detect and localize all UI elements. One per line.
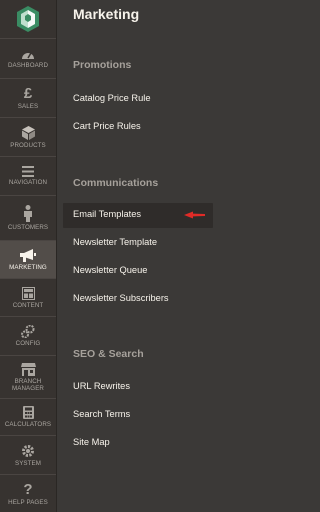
brand-logo-icon: [17, 6, 39, 32]
nav-label: MARKETING: [9, 263, 47, 271]
menu-item-cart-price-rules[interactable]: Cart Price Rules: [73, 121, 141, 131]
section-title-seo-search: SEO & Search: [73, 348, 144, 360]
nav-label: CONTENT: [12, 301, 44, 309]
menu-item-newsletter-subscribers[interactable]: Newsletter Subscribers: [73, 293, 169, 303]
nav-label: SYSTEM: [14, 459, 42, 467]
section-title-promotions: Promotions: [73, 59, 132, 71]
menu-item-newsletter-template[interactable]: Newsletter Template: [73, 237, 157, 247]
nav-label: CALCULATORS: [4, 421, 52, 428]
nav-label: HELP PAGES: [8, 498, 48, 506]
nav-config[interactable]: CONFIG: [0, 317, 56, 356]
layout-icon: [21, 286, 35, 300]
nav-customers[interactable]: CUSTOMERS: [0, 196, 56, 241]
megaphone-icon: [20, 248, 36, 262]
nav-help-pages[interactable]: ? HELP PAGES: [0, 475, 56, 512]
nav-products[interactable]: PRODUCTS: [0, 118, 56, 157]
nav-label: PRODUCTS: [10, 141, 46, 149]
question-icon: ?: [23, 480, 33, 498]
logo[interactable]: [0, 0, 56, 39]
menu-item-url-rewrites[interactable]: URL Rewrites: [73, 381, 130, 391]
calculator-icon: [22, 406, 34, 419]
nav-label: NAVIGATION: [8, 179, 48, 186]
nav-system[interactable]: SYSTEM: [0, 436, 56, 475]
menu-icon: [22, 166, 34, 177]
gears-icon: [21, 324, 35, 339]
gear-icon: [21, 444, 35, 458]
cube-icon: [21, 125, 35, 140]
panel-title: Marketing: [73, 6, 140, 22]
menu-item-site-map[interactable]: Site Map: [73, 437, 110, 447]
menu-item-newsletter-queue[interactable]: Newsletter Queue: [73, 265, 147, 275]
nav-calculators[interactable]: CALCULATORS: [0, 399, 56, 436]
menu-item-catalog-price-rule[interactable]: Catalog Price Rule: [73, 93, 151, 103]
menu-item-email-templates[interactable]: Email Templates: [73, 209, 141, 219]
admin-sidebar: DASHBOARD £ SALES PRODUCTS NAVIGATION CU…: [0, 0, 57, 512]
nav-marketing[interactable]: MARKETING: [0, 241, 56, 279]
nav-label: BRANCH MANAGER: [12, 377, 44, 392]
nav-dashboard[interactable]: DASHBOARD: [0, 40, 56, 79]
marketing-submenu-panel: Marketing: [57, 0, 229, 512]
nav-label: CONFIG: [15, 340, 41, 347]
red-arrow-icon: [184, 211, 205, 219]
nav-label: DASHBOARD: [7, 62, 49, 69]
person-icon: [23, 205, 33, 222]
nav-sales[interactable]: £ SALES: [0, 79, 56, 118]
nav-label: SALES: [17, 103, 39, 110]
section-title-communications: Communications: [73, 177, 159, 189]
store-icon: [20, 362, 36, 376]
nav-branch-manager[interactable]: BRANCH MANAGER: [0, 356, 56, 399]
nav-navigation[interactable]: NAVIGATION: [0, 157, 56, 196]
nav-content[interactable]: CONTENT: [0, 279, 56, 317]
pound-icon: £: [23, 85, 33, 102]
nav-label: CUSTOMERS: [7, 224, 49, 231]
menu-item-search-terms[interactable]: Search Terms: [73, 409, 130, 419]
speedometer-icon: [21, 49, 35, 60]
